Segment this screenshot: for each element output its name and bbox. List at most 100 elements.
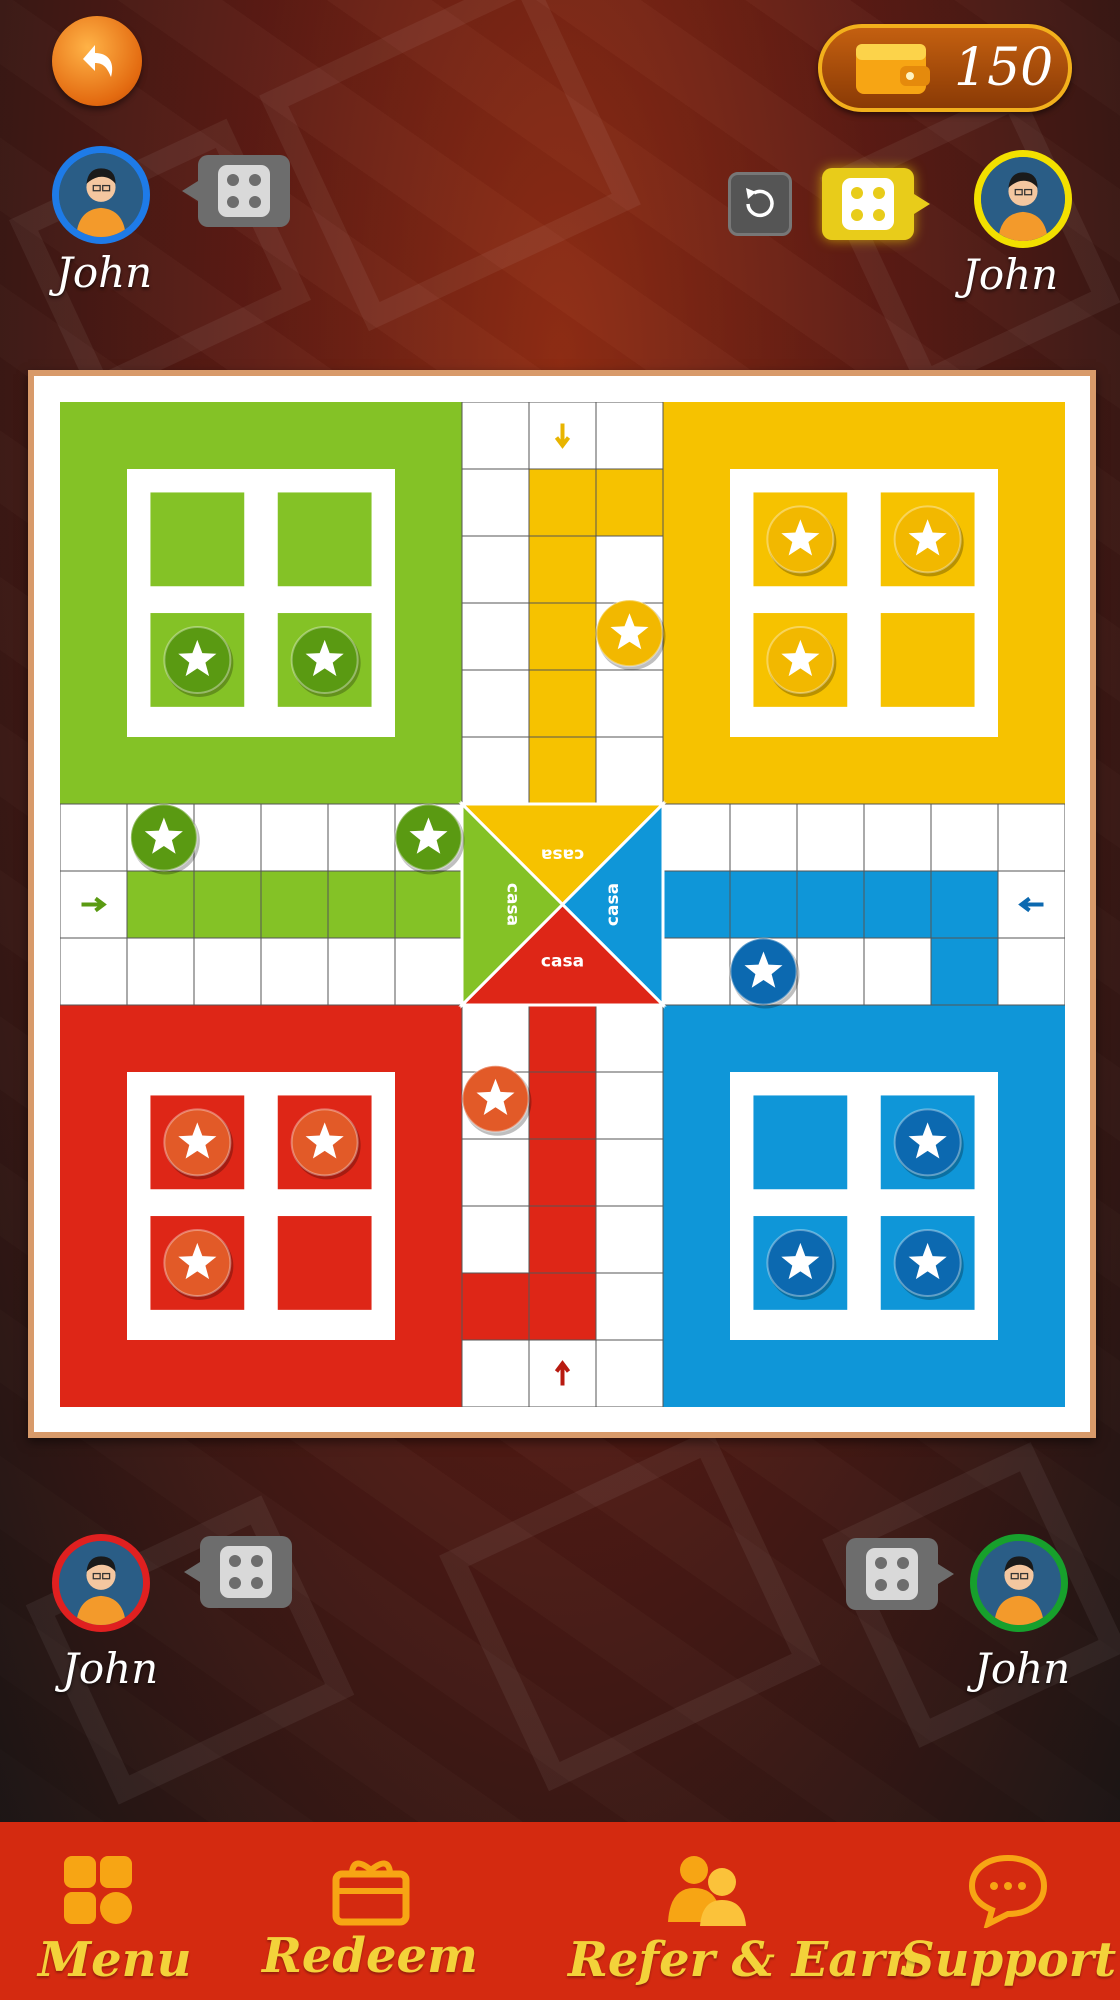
track-cell <box>260 870 329 939</box>
track-cell <box>461 1272 530 1341</box>
player-name-blue: John <box>56 248 153 297</box>
track-cell <box>863 937 932 1006</box>
track-cell <box>60 803 128 872</box>
track-cell <box>595 1339 664 1407</box>
home-slot-green <box>150 492 245 587</box>
track-cell <box>528 602 597 671</box>
player-name-green: John <box>974 1644 1071 1693</box>
track-cell <box>729 870 798 939</box>
dice-icon <box>220 1546 272 1598</box>
nav-redeem-label: Redeem <box>262 1928 478 1984</box>
track-cell <box>327 937 396 1006</box>
nav-menu[interactable]: Menu <box>0 1822 210 2000</box>
track-cell <box>528 1205 597 1274</box>
track-cell <box>729 803 798 872</box>
track-cell <box>60 937 128 1006</box>
nav-menu-label: Menu <box>38 1932 192 1988</box>
nav-support[interactable]: Support <box>900 1822 1120 2000</box>
track-cell <box>327 870 396 939</box>
people-icon <box>668 1856 746 1926</box>
track-cell <box>595 535 664 604</box>
track-cell <box>595 1138 664 1207</box>
bottom-nav: Menu Redeem Refer & Earn Support <box>0 1822 1120 2000</box>
dice-button-yellow[interactable] <box>822 168 930 240</box>
board-grid: casa casa casa casa <box>60 402 1065 1407</box>
track-cell <box>126 937 195 1006</box>
track-cell <box>796 803 865 872</box>
coin-wallet[interactable]: 150 <box>818 24 1072 112</box>
track-cell <box>394 870 463 939</box>
track-cell <box>595 1071 664 1140</box>
track-cell <box>930 937 999 1006</box>
track-cell <box>528 535 597 604</box>
avatar-blue <box>52 146 150 244</box>
center-label: casa <box>541 844 584 864</box>
track-cell <box>796 937 865 1006</box>
chat-icon <box>968 1854 1048 1928</box>
track-cell <box>997 803 1065 872</box>
track-cell <box>327 803 396 872</box>
nav-support-label: Support <box>900 1932 1117 1988</box>
track-cell <box>193 803 262 872</box>
track-cell <box>662 870 731 939</box>
back-button[interactable] <box>52 16 142 106</box>
track-cell <box>595 468 664 537</box>
track-cell <box>595 402 664 470</box>
undo-button[interactable] <box>728 172 792 236</box>
wallet-icon <box>856 44 930 94</box>
dice-icon <box>866 1548 918 1600</box>
track-cell <box>193 937 262 1006</box>
track-cell <box>528 468 597 537</box>
track-cell <box>394 937 463 1006</box>
dice-icon <box>218 165 270 217</box>
dice-slot-blue <box>182 155 290 227</box>
avatar-red <box>52 1534 150 1632</box>
track-cell <box>528 669 597 738</box>
track-cell <box>461 468 530 537</box>
nav-refer[interactable]: Refer & Earn <box>560 1822 920 2000</box>
back-arrow-icon <box>83 45 113 77</box>
nav-redeem[interactable]: Redeem <box>250 1822 478 2000</box>
undo-icon <box>746 188 774 218</box>
track-cell <box>595 1272 664 1341</box>
track-cell <box>260 937 329 1006</box>
avatar-green <box>970 1534 1068 1632</box>
home-slot-yellow <box>880 613 975 707</box>
track-cell <box>461 535 530 604</box>
center-label: casa <box>603 883 623 926</box>
track-cell <box>461 1205 530 1274</box>
track-cell <box>930 803 999 872</box>
nav-refer-label: Refer & Earn <box>568 1932 920 1988</box>
track-cell <box>863 870 932 939</box>
dice-slot-red <box>184 1536 292 1608</box>
track-cell <box>595 669 664 738</box>
track-cell <box>528 1004 597 1073</box>
track-cell <box>796 870 865 939</box>
avatar-yellow <box>974 150 1072 248</box>
track-cell <box>930 870 999 939</box>
track-cell <box>595 736 664 805</box>
track-cell <box>662 803 731 872</box>
ludo-board: casa casa casa casa <box>28 370 1096 1438</box>
grid-icon <box>64 1856 132 1924</box>
dice-icon <box>842 178 894 230</box>
track-cell <box>461 1004 530 1073</box>
home-slot-red <box>277 1216 372 1310</box>
track-cell <box>997 937 1065 1006</box>
gift-icon <box>332 1860 410 1926</box>
dice-slot-green <box>846 1538 954 1610</box>
track-cell <box>595 1205 664 1274</box>
track-cell <box>461 669 530 738</box>
track-cell <box>461 1339 530 1407</box>
track-cell <box>528 1071 597 1140</box>
home-slot-green <box>277 492 372 587</box>
track-cell <box>260 803 329 872</box>
home-slot-blue <box>753 1095 848 1190</box>
track-cell <box>528 1272 597 1341</box>
track-cell <box>595 1004 664 1073</box>
center-label: casa <box>541 951 584 971</box>
track-cell <box>193 870 262 939</box>
track-cell <box>461 602 530 671</box>
track-cell <box>126 870 195 939</box>
coin-balance: 150 <box>954 38 1054 98</box>
